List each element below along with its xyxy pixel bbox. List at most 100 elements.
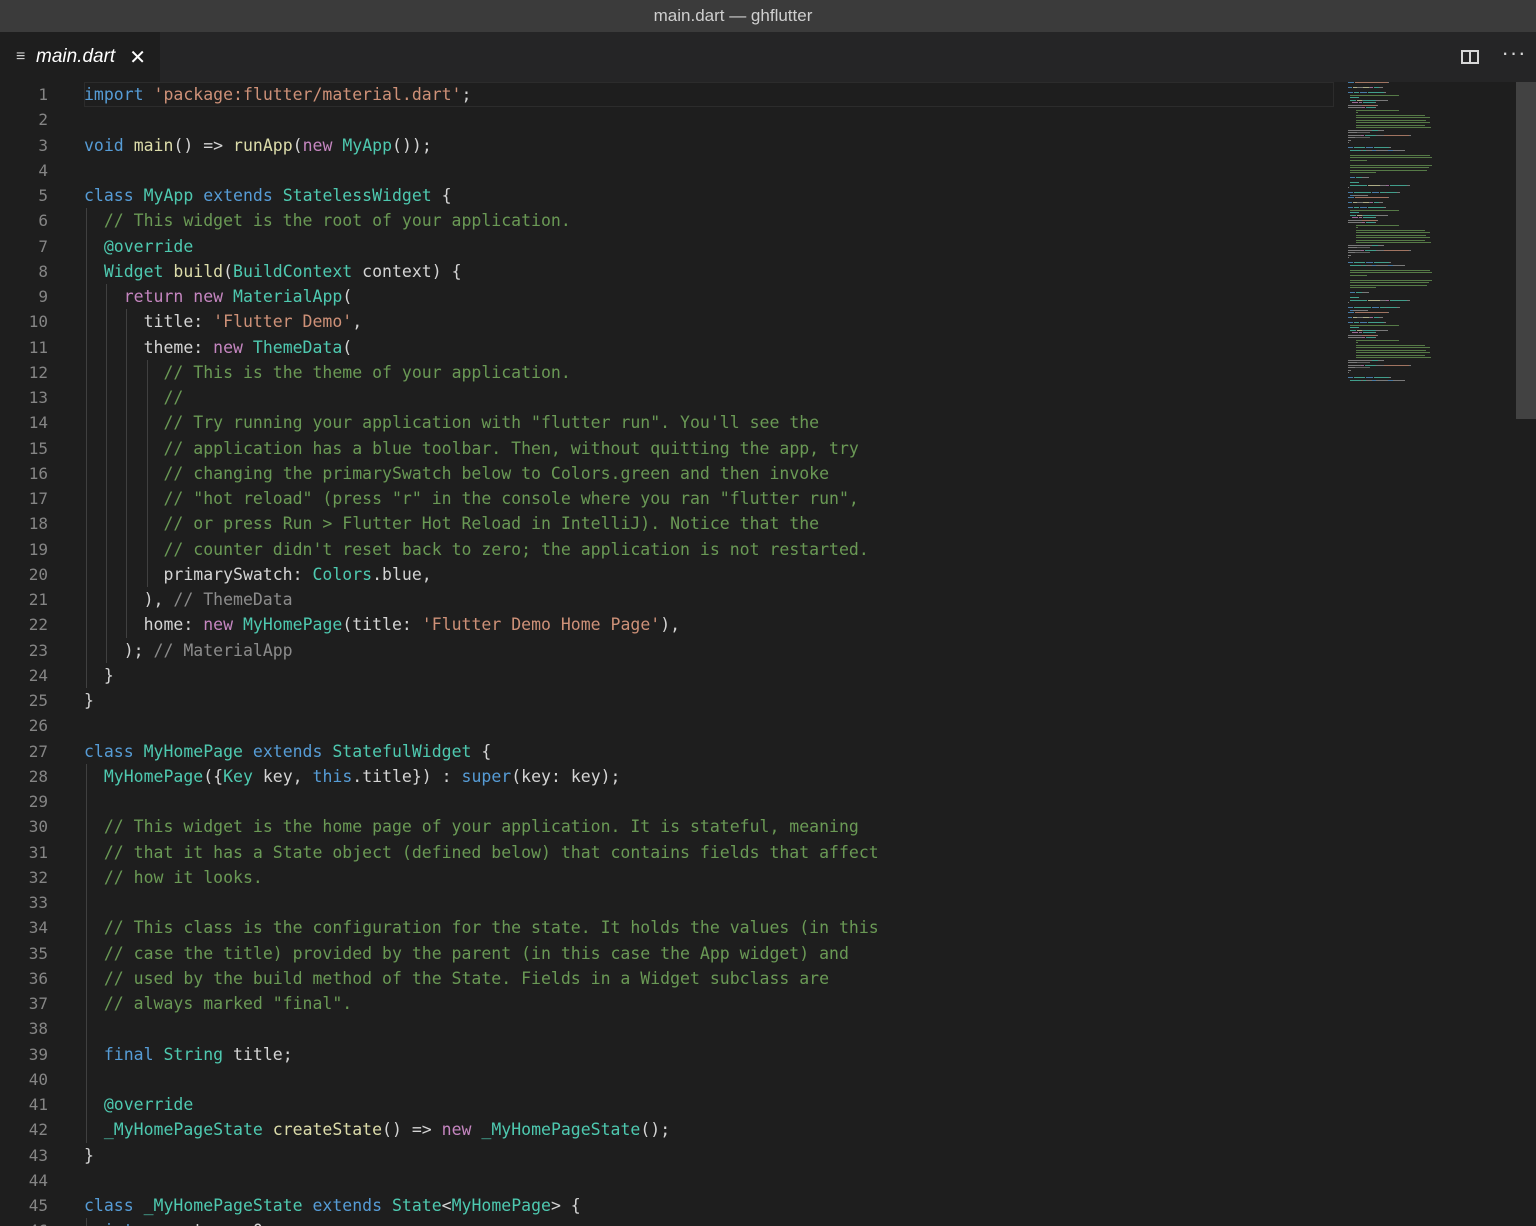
code-line[interactable]: _MyHomePageState createState() => new _M… [84,1117,1334,1142]
code-line[interactable]: @override [84,1092,1334,1117]
code-line[interactable]: class MyHomePage extends StatefulWidget … [84,739,1334,764]
minimap-line [1348,129,1372,131]
minimap-line [1348,132,1357,133]
code-line[interactable]: // "hot reload" (press "r" in the consol… [84,486,1334,511]
code-line[interactable]: @override [84,234,1334,259]
minimap-line [1348,222,1362,223]
code-line[interactable]: // application has a blue toolbar. Then,… [84,436,1334,461]
code-line[interactable]: Widget build(BuildContext context) { [84,259,1334,284]
code-line[interactable]: class _MyHomePageState extends State<MyH… [84,1193,1334,1218]
more-actions-button[interactable]: ··· [1492,32,1536,82]
code-line[interactable]: } [84,663,1334,688]
code-line[interactable]: void main() => runApp(new MyApp()); [84,133,1334,158]
code-token: MyApp [342,135,393,155]
code-line[interactable]: // Try running your application with "fl… [84,410,1334,435]
code-line[interactable]: // changing the primarySwatch below to C… [84,461,1334,486]
line-number: 36 [28,968,48,988]
minimap-line [1350,97,1359,98]
code-token: StatefulWidget [332,741,472,761]
code-line[interactable]: // This widget is the home page of your … [84,814,1334,839]
code-line[interactable]: // [84,385,1334,410]
minimap-line [1350,157,1432,158]
close-icon[interactable]: ✕ [129,45,146,70]
code-line[interactable]: // used by the build method of the State… [84,966,1334,991]
code-token: extends [312,1196,383,1215]
code-line[interactable]: title: 'Flutter Demo', [84,309,1334,334]
code-line[interactable]: MyHomePage({Key key, this.title}) : supe… [84,764,1334,789]
code-line[interactable] [84,890,1334,915]
code-line[interactable]: // always marked "final". [84,991,1334,1016]
code-token: > { [550,1196,581,1215]
minimap-line [1350,292,1355,293]
code-line[interactable]: // that it has a State object (defined b… [84,840,1334,865]
minimap-line [1376,149,1388,151]
code-line[interactable] [84,789,1334,814]
minimap-line [1348,254,1351,256]
code-line[interactable]: // case the title) provided by the paren… [84,941,1334,966]
minimap-line [1350,284,1427,286]
split-editor-button[interactable] [1448,32,1492,82]
code-line[interactable]: home: new MyHomePage(title: 'Flutter Dem… [84,612,1334,637]
minimap-line [1365,134,1376,136]
minimap-line [1363,102,1375,103]
code-token: @override [103,236,194,256]
code-line[interactable]: theme: new ThemeData( [84,335,1334,360]
minimap-line [1348,219,1362,221]
minimap-line [1366,262,1373,263]
code-line[interactable] [84,1168,1334,1193]
code-line[interactable]: // This widget is the root of your appli… [84,208,1334,233]
vertical-scrollbar[interactable] [1516,82,1536,1226]
minimap-line [1368,299,1380,301]
code-token: @override [103,1095,194,1114]
minimap-line [1356,112,1358,113]
code-line[interactable]: final String title; [84,1042,1334,1067]
minimap-line [1353,194,1368,196]
minimap-line [1376,329,1388,331]
code-line[interactable]: return new MaterialApp( [84,284,1334,309]
minimap[interactable] [1346,82,1516,382]
code-line[interactable] [84,1016,1334,1041]
minimap-line [1356,234,1426,236]
minimap-line [1361,134,1364,136]
minimap-line [1384,364,1409,366]
line-number: 14 [28,413,48,433]
code-line[interactable]: class MyApp extends StatelessWidget { [84,183,1334,208]
code-editor[interactable]: 1 2 3 4 5 6 7 8 9 10 11 12 13 14 15 16 17 18 19 20 21 22 23 24 2… [0,82,1536,1226]
code-line[interactable]: primarySwatch: Colors.blue, [84,562,1334,587]
minimap-line [1355,82,1388,83]
minimap-line [1362,337,1365,338]
minimap-line [1386,184,1389,186]
code-line[interactable]: // counter didn't reset back to zero; th… [84,537,1334,562]
code-line[interactable]: // This class is the configuration for t… [84,915,1334,940]
code-line[interactable]: import 'package:flutter/material.dart'; [84,82,1334,107]
minimap-line [1356,232,1430,233]
code-line[interactable]: // or press Run > Flutter Hot Reload in … [84,511,1334,536]
code-line[interactable] [84,713,1334,738]
code-line[interactable]: // This is the theme of your application… [84,360,1334,385]
code-token: MyHomePage [242,615,343,635]
code-line[interactable]: // how it looks. [84,865,1334,890]
scrollbar-thumb[interactable] [1516,82,1536,419]
code-line[interactable] [84,107,1334,132]
minimap-line [1350,329,1356,331]
code-line[interactable]: ); // MaterialApp [84,638,1334,663]
minimap-line [1368,184,1380,186]
code-line[interactable] [84,158,1334,183]
code-line[interactable]: ), // ThemeData [84,587,1334,612]
window-title: main.dart — ghflutter [653,6,813,25]
code-area[interactable]: import 'package:flutter/material.dart'; … [84,82,1334,1226]
code-line[interactable]: } [84,1143,1334,1168]
tab-main-dart[interactable]: ≡ main.dart ✕ [0,32,160,82]
code-token: ( [223,261,234,281]
minimap-line [1348,197,1354,198]
line-number: 22 [28,615,48,635]
minimap-line [1350,172,1376,173]
code-line[interactable] [84,1067,1334,1092]
code-line[interactable]: int _counter = 0; [84,1218,1334,1226]
code-line[interactable]: } [84,688,1334,713]
code-token: // [163,388,184,407]
